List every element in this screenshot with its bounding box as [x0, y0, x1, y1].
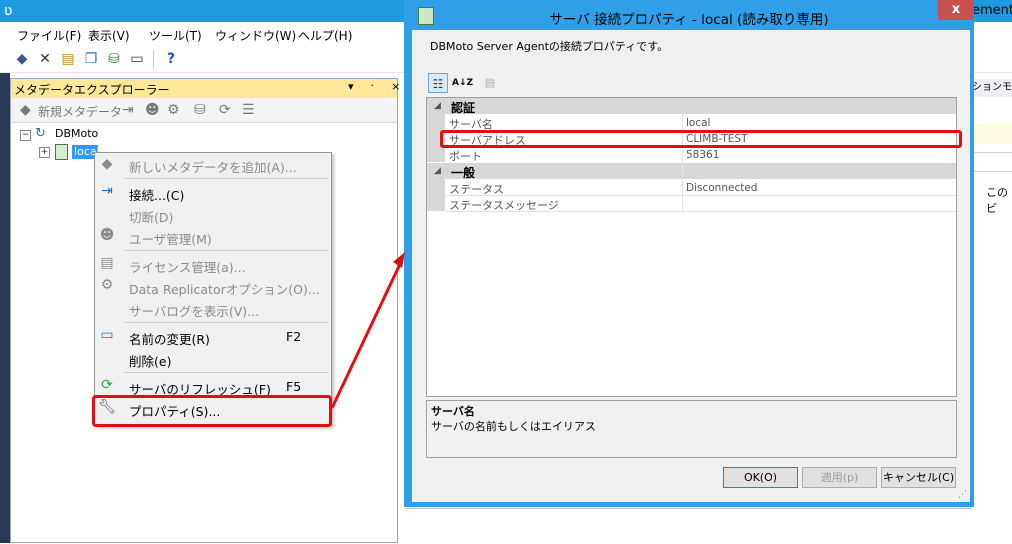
app-title-text: ement — [972, 3, 1012, 18]
apply-button[interactable]: 適用(p) — [802, 467, 877, 488]
toolbar-separator — [153, 50, 154, 68]
row-divider — [445, 195, 956, 196]
help-title: サーバ名 — [431, 405, 475, 418]
category-label: 一般 — [451, 166, 476, 180]
property-value-port[interactable]: 58361 — [686, 149, 719, 161]
menu-window[interactable]: ウィンドウ(W) — [215, 27, 296, 44]
window-border — [0, 73, 10, 543]
tools-icon[interactable]: ✕ — [37, 51, 53, 67]
property-name-port[interactable]: ポート — [449, 148, 482, 164]
cube-icon[interactable]: ◆ — [14, 51, 30, 67]
dbmoto-icon: ↻ — [35, 126, 46, 141]
right-panel-tabs — [972, 152, 1012, 172]
menu-item-connect[interactable]: 接続...(C) — [129, 185, 184, 204]
refresh-icon[interactable]: ⟳ — [219, 102, 231, 118]
collapse-icon[interactable]: ◢ — [434, 101, 441, 111]
new-metadata-button[interactable]: 新規メタデータ — [38, 103, 122, 120]
monitor-icon[interactable]: ▭ — [129, 51, 145, 67]
property-pages-button[interactable]: ▤ — [480, 73, 500, 93]
dialog-title: サーバ 接続プロパティ - local (読み取り専用) — [549, 12, 829, 28]
server-icon — [55, 144, 68, 160]
row-divider — [445, 211, 956, 212]
property-gutter — [427, 179, 445, 211]
menu-separator — [124, 250, 328, 251]
refresh-icon: ⟳ — [101, 377, 113, 393]
new-metadata-icon[interactable]: ◆ — [20, 102, 31, 118]
tree-expand-toggle[interactable]: + — [39, 147, 50, 158]
users-icon: ☻ — [99, 227, 115, 243]
property-value-status[interactable]: Disconnected — [686, 182, 757, 194]
collapse-icon[interactable]: ◢ — [434, 166, 441, 176]
menu-item-disconnect[interactable]: 切断(D) — [129, 207, 173, 226]
app-logo-icon: ʋ — [4, 3, 13, 19]
menu-item-replicator-options[interactable]: Data Replicatorオプション(O)... — [129, 279, 320, 298]
menu-separator — [124, 322, 328, 323]
windows-icon[interactable]: ❐ — [83, 51, 99, 67]
menu-file[interactable]: ファイル(F) — [17, 27, 81, 44]
rename-icon: ▭ — [100, 327, 114, 343]
menu-separator — [124, 372, 328, 373]
tree-collapse-toggle[interactable]: − — [20, 130, 31, 141]
property-value-server[interactable]: local — [686, 117, 710, 129]
add-metadata-icon: ◆ — [101, 156, 113, 172]
right-panel-header: ションモ — [972, 79, 1012, 97]
refresh-shortcut: F5 — [286, 379, 302, 394]
highlight-server-address-row — [440, 130, 962, 148]
ok-button[interactable]: OK(O) — [723, 467, 798, 488]
explorer-title: メタデータエクスプローラー — [14, 83, 170, 97]
close-button[interactable]: x — [938, 0, 974, 20]
database-icon[interactable]: ⛁ — [194, 102, 206, 118]
menu-view[interactable]: 表示(V) — [88, 27, 130, 44]
users-icon[interactable]: ☻ — [145, 102, 160, 118]
property-pages-icon: ▤ — [484, 76, 496, 89]
menu-item-user-management[interactable]: ユーザ管理(M) — [129, 229, 212, 248]
column-divider[interactable] — [682, 113, 683, 211]
alphabetical-sort-button[interactable]: A↓Z — [452, 73, 473, 93]
menu-item-add-metadata[interactable]: 新しいメタデータを追加(A)... — [129, 157, 297, 176]
menu-item-delete[interactable]: 削除(e) — [129, 351, 171, 370]
explorer-window-controls[interactable]: ▾ ᛫ × — [348, 80, 406, 93]
document-icon[interactable]: ▤ — [60, 51, 76, 67]
menu-item-license[interactable]: ライセンス管理(a)... — [129, 257, 246, 276]
cancel-button[interactable]: キャンセル(C) — [881, 467, 956, 488]
menu-tools[interactable]: ツール(T) — [149, 27, 202, 44]
help-description: サーバの名前もしくはエイリアス — [431, 420, 596, 433]
gear-icon[interactable]: ⚙ — [167, 102, 180, 118]
resize-grip-icon[interactable]: ⋰ — [958, 490, 967, 500]
tree-node-dbmoto[interactable]: DBMoto — [55, 127, 98, 140]
rename-shortcut: F2 — [286, 329, 302, 344]
gear-icon: ⚙ — [100, 277, 114, 293]
connect-icon: ⇥ — [101, 183, 113, 199]
highlight-properties-menu-item — [92, 395, 332, 427]
right-panel-info-bar — [972, 124, 1012, 144]
license-icon: ▤ — [100, 255, 114, 271]
right-panel-text: このビ — [986, 186, 1008, 215]
menu-separator — [124, 178, 328, 179]
category-row-auth[interactable] — [427, 98, 956, 114]
menu-item-rename[interactable]: 名前の変更(R) — [129, 329, 210, 348]
category-label: 認証 — [451, 101, 476, 115]
categorized-icon: ☷ — [432, 77, 444, 91]
menu-help[interactable]: ヘルプ(H) — [298, 27, 352, 44]
server-icon — [418, 7, 434, 25]
dialog-description: DBMoto Server Agentの接続プロパティです。 — [430, 40, 669, 53]
menu-item-server-log[interactable]: サーバログを表示(V)... — [129, 301, 259, 320]
connect-icon[interactable]: ⇥ — [122, 102, 134, 118]
database-icon[interactable]: ⛁ — [106, 51, 122, 67]
background-panel — [406, 508, 972, 544]
list-icon[interactable]: ☰ — [242, 102, 255, 118]
categorized-view-button[interactable]: ☷ — [428, 73, 448, 93]
category-row-general[interactable] — [427, 163, 956, 179]
help-icon[interactable]: ? — [163, 51, 179, 67]
